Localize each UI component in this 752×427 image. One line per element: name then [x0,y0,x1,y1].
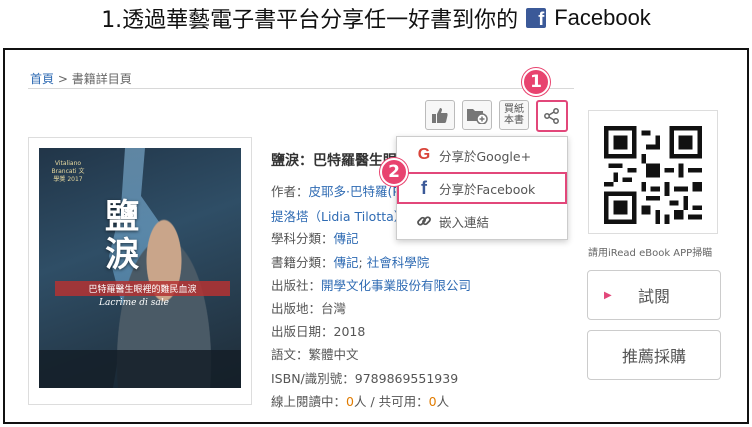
available-count: 0 [428,394,437,409]
cover-english-title: Lacrime di sale [99,298,169,308]
cover-bottom-band [39,350,241,388]
publisher-link[interactable]: 開學文化事業股份有限公司 [321,278,471,293]
share-google-item[interactable]: G 分享於Google+ [397,139,567,171]
buy-print-book-button[interactable]: 買紙 本書 [499,100,529,130]
buy-print-label-1: 買紙 [504,104,524,115]
trial-read-button[interactable]: ▶ 試閱 [587,270,721,320]
publisher-label: 出版社： [271,278,322,293]
available-unit: 人 [436,394,450,409]
publisher-row: 出版社：開學文化事業股份有限公司 [271,275,471,294]
share-dropdown-menu: G 分享於Google+ f 分享於Facebook 嵌入連結 [396,136,568,240]
cover-title-char-1: 鹽 [105,197,139,237]
breadcrumb-divider [28,88,574,89]
heading-text: 1.透過華藝電子書平台分享任一好書到你的 [101,8,519,33]
date-label: 出版日期： [271,324,334,339]
author-label: 作者： [271,184,309,199]
heading-brand: Facebook [554,5,651,30]
breadcrumb-home-link[interactable]: 首頁 [30,72,54,86]
isbn-label: ISBN/識別號： [271,371,355,386]
isbn-row: ISBN/識別號：9789869551939 [271,368,458,387]
place-label: 出版地： [271,301,322,316]
qr-caption: 請用iRead eBook APP掃瞄 [588,248,713,259]
folder-add-icon [467,109,488,124]
breadcrumb: 首頁 > 書籍詳目頁 [30,70,132,87]
step-badge-2: 2 [380,158,408,186]
reading-label: 線上閱讀中： [271,394,347,409]
author-link[interactable]: 皮耶多·巴特羅(Pietro Bartolo) [309,184,397,199]
cover-title: 鹽 淚 [105,198,139,274]
availability-row: 線上閱讀中：0人 / 共可用：0人 [271,391,449,410]
category-separator: ; [358,255,367,270]
reading-count: 0 [346,394,354,409]
cover-award-seal: Vitaliano Brancati 文學獎 2017 [51,160,85,183]
google-icon: G [417,146,431,163]
isbn-value: 9789869551939 [354,371,459,386]
facebook-logo-icon: f [526,8,547,28]
breadcrumb-separator: > [57,72,68,86]
place-row: 出版地：台灣 [271,298,346,317]
date-row: 出版日期：2018 [271,321,365,340]
category-row: 書籍分類：傳記; 社會科學院 [271,252,429,271]
cover-title-char-2: 淚 [105,235,139,275]
link-icon [417,216,431,226]
trial-read-label: 試閱 [637,287,670,306]
play-icon: ▶ [604,289,612,301]
recommend-purchase-label: 推薦採購 [621,347,686,366]
reading-unit: 人 / 共可用： [353,394,429,409]
add-to-folder-button[interactable] [462,100,492,130]
like-button[interactable] [425,100,455,130]
book-cover-image: Vitaliano Brancati 文學獎 2017 鹽 淚 巴特羅醫生眼裡的… [39,148,241,388]
subject-link[interactable]: 傳記 [334,231,359,246]
step-badge-1: 1 [522,68,550,96]
date-value: 2018 [333,324,366,339]
facebook-icon: f [421,177,427,198]
language-row: 語文：繁體中文 [271,344,359,363]
author-row: 作者：皮耶多·巴特羅(Pietro Bartolo) [271,181,397,200]
language-value: 繁體中文 [308,347,359,362]
recommend-purchase-button[interactable]: 推薦採購 [587,330,721,380]
qr-code-image [604,126,702,224]
place-value: 台灣 [321,301,347,316]
book-cover-card: Vitaliano Brancati 文學獎 2017 鹽 淚 巴特羅醫生眼裡的… [28,137,252,405]
embed-link-label: 嵌入連結 [439,214,490,230]
share-button[interactable] [536,100,568,132]
category-link-1[interactable]: 傳記 [334,255,359,270]
thumbs-up-icon [432,108,448,123]
share-facebook-item[interactable]: f 分享於Facebook [397,172,567,204]
cover-subtitle: 巴特羅醫生眼裡的難民血淚 [55,281,230,296]
share-facebook-label: 分享於Facebook [439,181,536,197]
author2-link[interactable]: 提洛塔（Lidia Tilotta） [271,206,399,225]
category-label: 書籍分類： [271,255,334,270]
embed-link-item[interactable]: 嵌入連結 [397,205,567,237]
breadcrumb-current: 書籍詳目頁 [71,72,132,86]
buy-print-label-2: 本書 [504,115,524,126]
share-icon [544,108,559,124]
qr-code-box [588,110,718,234]
subject-label: 學科分類： [271,231,334,246]
share-google-label: 分享於Google+ [439,148,532,164]
subject-row: 學科分類：傳記 [271,228,359,247]
instruction-heading: 1.透過華藝電子書平台分享任一好書到你的 f Facebook [0,0,752,36]
language-label: 語文： [271,347,309,362]
category-link-2[interactable]: 社會科學院 [367,255,430,270]
